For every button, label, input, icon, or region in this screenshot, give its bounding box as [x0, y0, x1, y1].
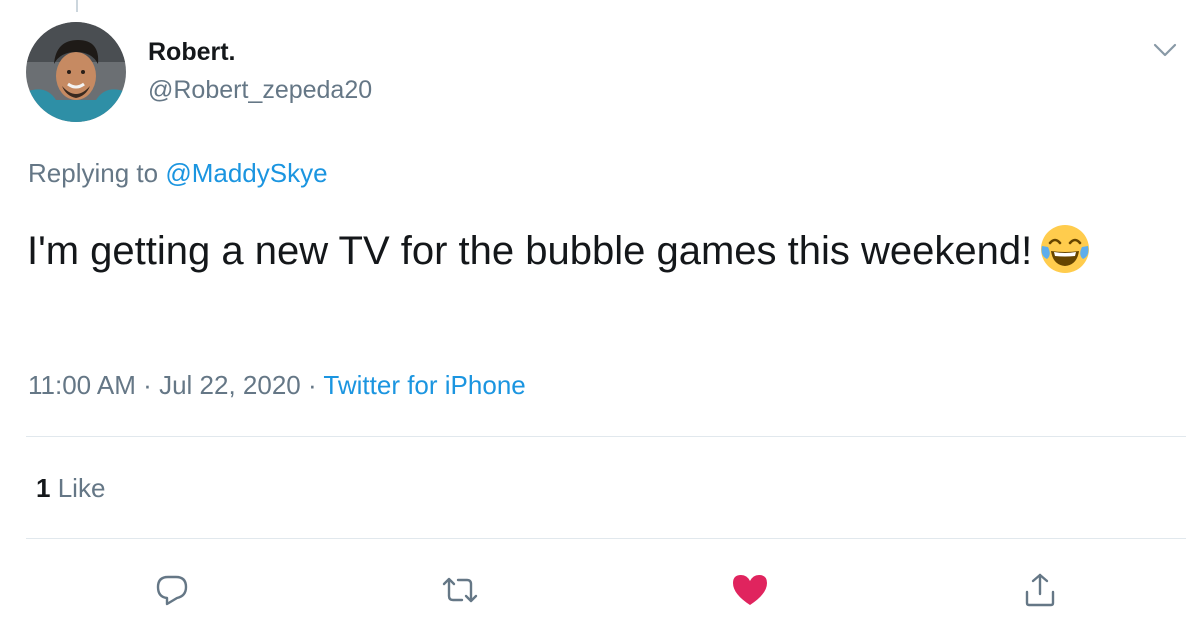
tweet-text-body: I'm getting a new TV for the bubble game… [27, 229, 1033, 273]
retweet-icon [442, 577, 478, 603]
author-display-name[interactable]: Robert. [148, 38, 236, 67]
meta-separator: · [307, 370, 317, 400]
replying-to: Replying to @MaddySkye [28, 158, 328, 189]
retweet-button[interactable] [438, 568, 482, 612]
reply-icon [156, 575, 188, 606]
tweet-text: I'm getting a new TV for the bubble game… [27, 222, 1127, 291]
share-icon [1025, 573, 1055, 607]
tweet-date[interactable]: Jul 22, 2020 [159, 370, 301, 400]
likes-count: 1 [36, 473, 51, 503]
meta-separator: · [143, 370, 152, 400]
avatar[interactable] [26, 22, 126, 122]
share-button[interactable] [1018, 568, 1062, 612]
replying-handle-link[interactable]: @MaddySkye [165, 158, 327, 188]
divider [26, 436, 1186, 437]
like-button[interactable] [728, 568, 772, 612]
chevron-down-icon [1153, 43, 1177, 57]
tweet-metadata: 11:00 AM · Jul 22, 2020 · Twitter for iP… [28, 370, 526, 401]
tweet-source-link[interactable]: Twitter for iPhone [323, 370, 525, 400]
replying-prefix: Replying to [28, 158, 159, 188]
reply-button[interactable] [150, 568, 194, 612]
likes-stat[interactable]: 1 Like [36, 473, 105, 504]
avatar-photo [26, 22, 126, 122]
face-with-tears-of-joy-icon [1038, 222, 1092, 291]
likes-label: Like [57, 473, 106, 503]
heart-icon [733, 575, 767, 605]
divider [26, 538, 1186, 539]
tweet-time[interactable]: 11:00 AM [28, 370, 136, 400]
thread-connector-line [76, 0, 78, 12]
author-handle[interactable]: @Robert_zepeda20 [148, 76, 372, 105]
more-options-button[interactable] [1150, 36, 1180, 62]
